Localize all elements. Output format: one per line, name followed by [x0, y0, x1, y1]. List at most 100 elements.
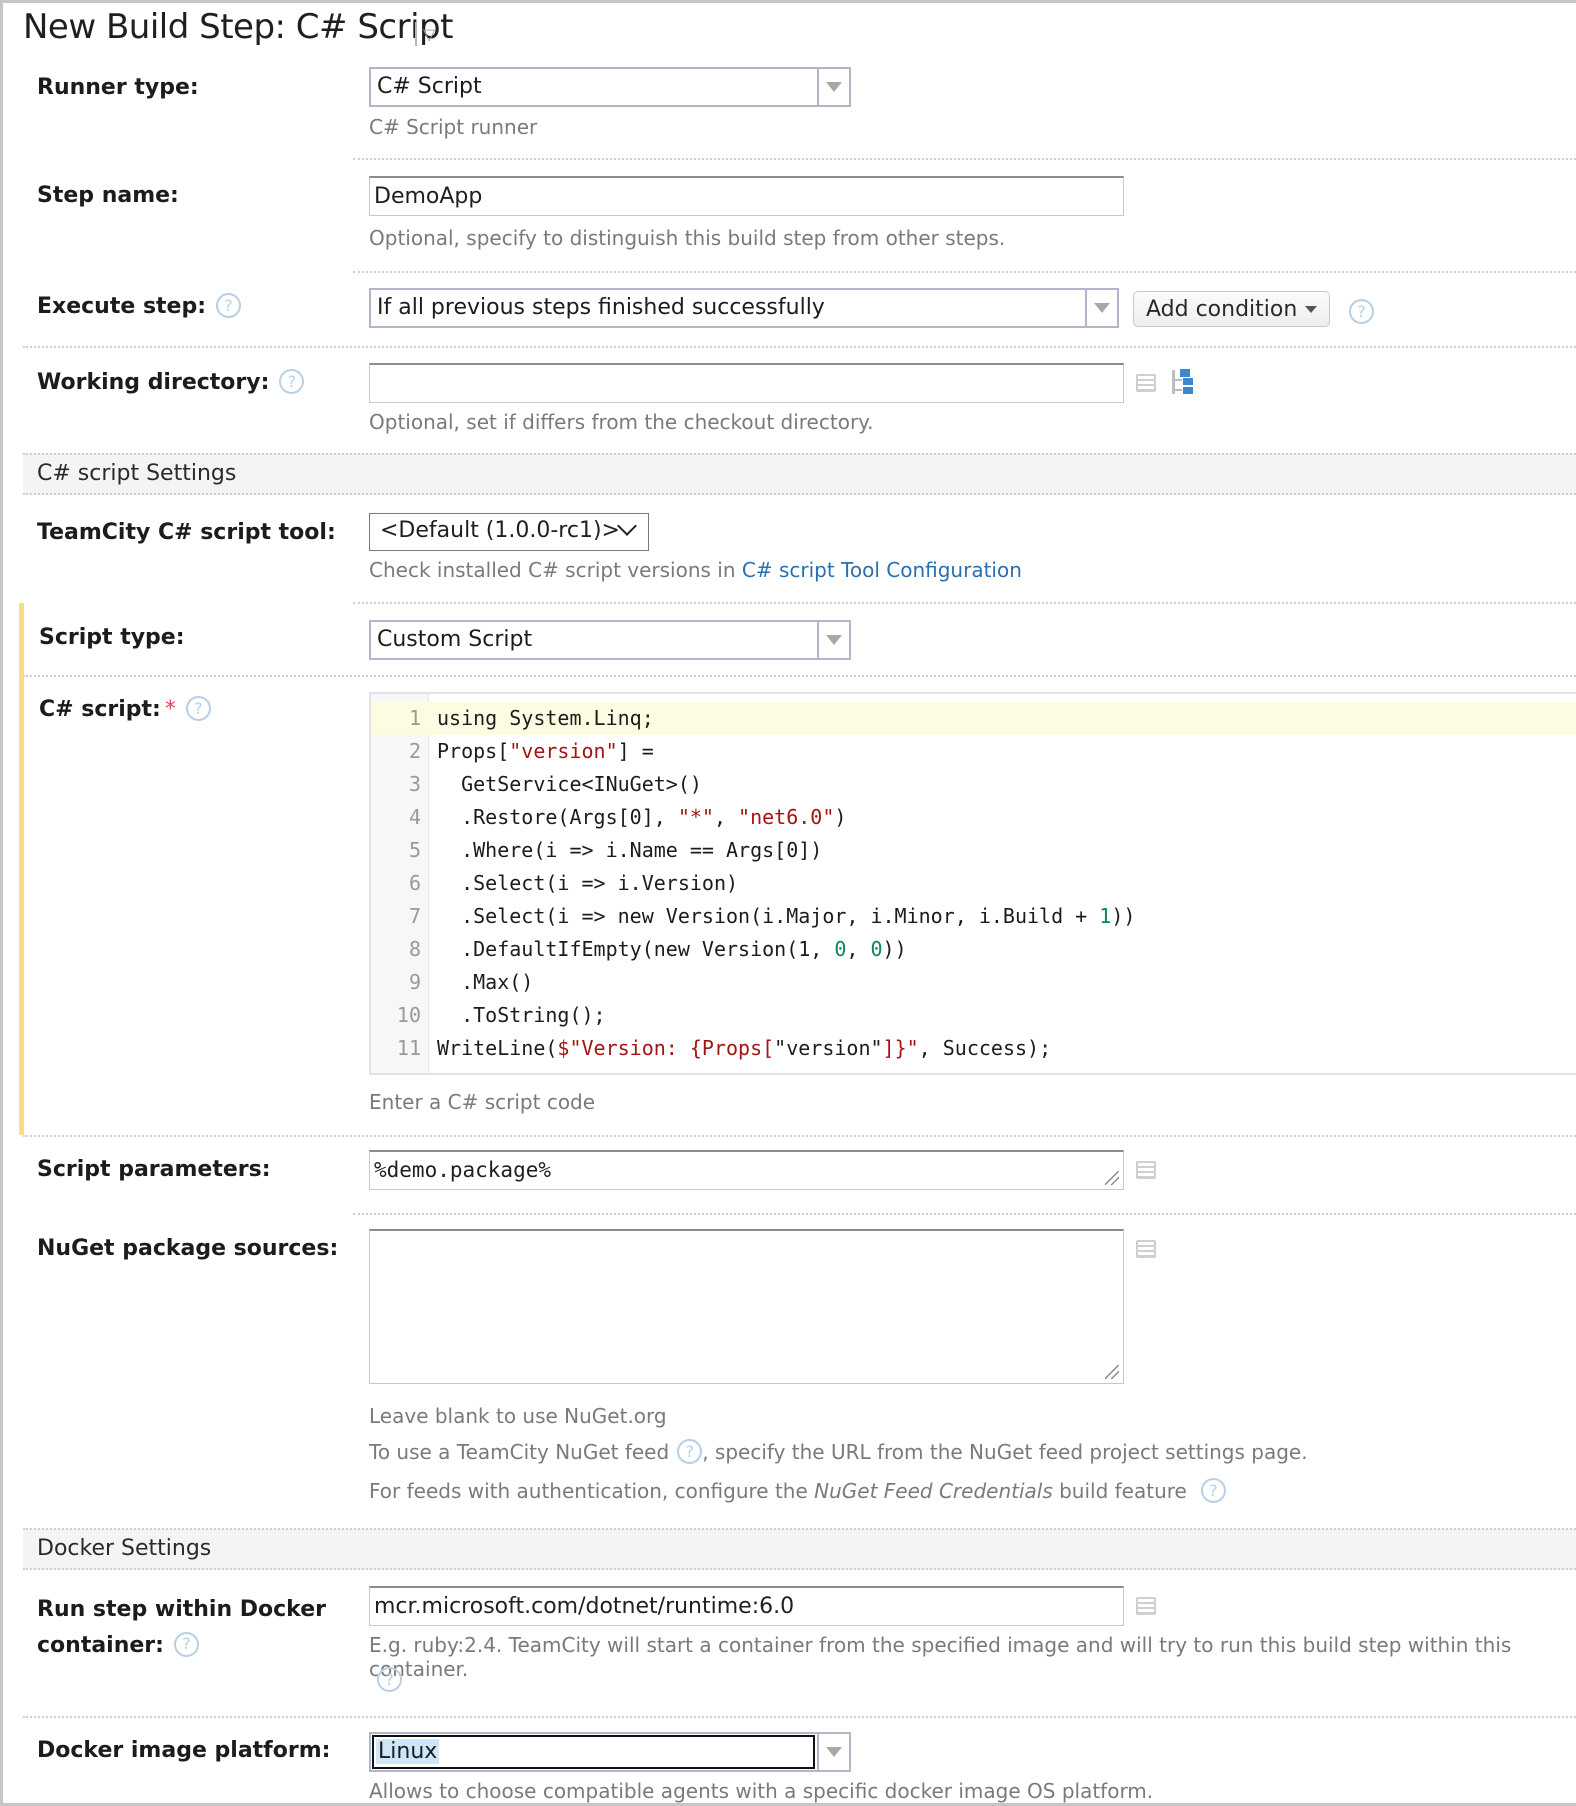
- code-line[interactable]: 10 .ToString();: [371, 999, 1576, 1032]
- docker-platform-select[interactable]: Linux: [369, 1732, 851, 1772]
- line-number: 9: [408, 970, 421, 994]
- line-number: 10: [396, 1003, 421, 1027]
- title-separator: [415, 22, 417, 46]
- code-line[interactable]: 9 .Max(): [371, 966, 1576, 999]
- working-directory-input[interactable]: [369, 363, 1124, 403]
- code-token: using System.Linq;: [437, 706, 654, 730]
- docker-settings-section-header: Docker Settings: [23, 1528, 1576, 1570]
- code-text: .Where(i => i.Name == Args[0]): [437, 834, 822, 867]
- nuget-hint-credentials-prefix: For feeds with authentication, configure…: [369, 1479, 815, 1503]
- help-icon[interactable]: ?: [279, 368, 305, 394]
- csharp-tool-select[interactable]: <Default (1.0.0-rc1)>: [369, 513, 649, 551]
- add-condition-button[interactable]: Add condition: [1133, 291, 1331, 327]
- nuget-sources-textarea[interactable]: [369, 1229, 1124, 1384]
- help-icon[interactable]: ?: [216, 292, 242, 318]
- code-line[interactable]: 8 .DefaultIfEmpty(new Version(1, 0, 0)): [371, 933, 1576, 966]
- help-icon[interactable]: ?: [185, 695, 211, 721]
- help-icon[interactable]: ?: [173, 1631, 199, 1657]
- code-line[interactable]: 11 WriteLine($"Version: {Props["version"]…: [371, 1032, 1576, 1065]
- line-number: 6: [408, 871, 421, 895]
- code-line[interactable]: 2 Props["version"] =: [371, 735, 1576, 768]
- execute-step-select[interactable]: If all previous steps finished successfu…: [369, 288, 1119, 328]
- runner-type-value: C# Script: [377, 74, 482, 99]
- parameters-icon[interactable]: [1136, 1161, 1156, 1179]
- code-token: .Select(i => i.Version): [437, 871, 739, 895]
- code-token: ] =: [617, 739, 654, 763]
- help-icon[interactable]: ?: [677, 1439, 703, 1464]
- code-token: Props[: [437, 739, 510, 763]
- parameters-icon[interactable]: [1136, 1597, 1156, 1615]
- code-text: using System.Linq;: [437, 702, 654, 735]
- step-name-input[interactable]: DemoApp: [369, 176, 1124, 216]
- code-token: .Restore(Args[0],: [437, 805, 678, 829]
- script-parameters-input[interactable]: %demo.package%: [369, 1150, 1124, 1190]
- step-name-label: Step name:: [37, 183, 179, 208]
- divider: [23, 1716, 1576, 1718]
- line-number: 8: [408, 937, 421, 961]
- runner-type-select[interactable]: C# Script: [369, 67, 851, 107]
- dropdown-arrow-icon: [817, 69, 849, 105]
- parameters-icon[interactable]: [1136, 374, 1156, 392]
- line-number: 7: [408, 904, 421, 928]
- divider: [23, 346, 1576, 348]
- chevron-down-icon: [617, 516, 637, 536]
- code-line[interactable]: 5 .Where(i => i.Name == Args[0]): [371, 834, 1576, 867]
- string-token: "version": [509, 739, 618, 763]
- code-token: ,: [713, 805, 739, 829]
- nuget-hint-blank: Leave blank to use NuGet.org: [369, 1404, 667, 1428]
- number-token: 0: [834, 937, 847, 961]
- code-editor[interactable]: 1 using System.Linq; 2 Props["version"] = 3 …: [369, 692, 1576, 1075]
- dropdown-arrow-icon: [817, 1734, 849, 1770]
- code-text: .DefaultIfEmpty(new Version(1, 0, 0)): [437, 933, 907, 966]
- csharp-tool-label: TeamCity C# script tool:: [37, 520, 336, 545]
- docker-container-label-line2-wrap: container:?: [37, 1628, 326, 1664]
- line-number: 2: [408, 739, 421, 763]
- code-token: .Select(i => new Version(i.Major, i.Mino…: [437, 904, 1100, 928]
- string-token: $"Version: {Props[: [557, 1036, 775, 1060]
- code-line[interactable]: 3 GetService<INuGet>(): [371, 768, 1576, 801]
- runner-type-hint: C# Script runner: [369, 115, 538, 139]
- nuget-hint-credentials: For feeds with authentication, configure…: [369, 1478, 1226, 1505]
- code-token: , Success);: [918, 1036, 1052, 1060]
- code-text: .Restore(Args[0], "*", "net6.0"): [437, 801, 846, 834]
- code-token: )): [1111, 904, 1136, 928]
- help-icon[interactable]: ?: [1349, 299, 1374, 324]
- docker-image-input[interactable]: mcr.microsoft.com/dotnet/runtime:6.0: [369, 1586, 1124, 1626]
- code-text: .ToString();: [437, 999, 606, 1032]
- working-directory-label: Working directory:?: [37, 368, 305, 396]
- code-token: WriteLine(: [437, 1036, 558, 1060]
- docker-platform-label: Docker image platform:: [37, 1738, 331, 1763]
- string-token: ]}": [882, 1036, 919, 1060]
- csharp-script-label-text: C# script:: [39, 697, 161, 722]
- code-line[interactable]: 7 .Select(i => new Version(i.Major, i.Mi…: [371, 900, 1576, 933]
- script-type-value: Custom Script: [377, 627, 533, 652]
- page-title: New Build Step: C# Script: [23, 7, 453, 47]
- help-icon[interactable]: ?: [377, 1667, 402, 1692]
- directory-tree-icon[interactable]: [1169, 368, 1195, 396]
- script-type-label: Script type:: [39, 625, 185, 650]
- code-line[interactable]: 4 .Restore(Args[0], "*", "net6.0"): [371, 801, 1576, 834]
- docker-container-label-line1: Run step within Docker: [37, 1597, 326, 1622]
- docker-container-hint: E.g. ruby:2.4. TeamCity will start a con…: [369, 1633, 1512, 1681]
- resize-handle[interactable]: [1105, 1171, 1119, 1185]
- tool-configuration-link[interactable]: C# script Tool Configuration: [742, 558, 1022, 582]
- code-token: .Where(i => i.Name == Args[0]): [437, 838, 823, 862]
- resize-handle[interactable]: [1105, 1365, 1119, 1379]
- code-token: .DefaultIfEmpty(new Version(1,: [437, 937, 835, 961]
- title-menu-toggle[interactable]: ▽: [415, 19, 449, 49]
- script-type-select[interactable]: Custom Script: [369, 620, 851, 660]
- execute-step-label-text: Execute step:: [37, 294, 207, 319]
- parameters-icon[interactable]: [1136, 1240, 1156, 1258]
- code-text: .Select(i => new Version(i.Major, i.Mino…: [437, 900, 1135, 933]
- docker-platform-hint: Allows to choose compatible agents with …: [369, 1779, 1154, 1803]
- code-token: .Max(): [437, 970, 534, 994]
- help-icon[interactable]: ?: [1200, 1478, 1226, 1503]
- working-directory-hint: Optional, set if differs from the checko…: [369, 410, 874, 434]
- code-line[interactable]: 6 .Select(i => i.Version): [371, 867, 1576, 900]
- csharp-tool-hint-text: Check installed C# script versions in: [369, 558, 742, 582]
- code-token: ): [834, 805, 847, 829]
- code-line[interactable]: 1 using System.Linq;: [371, 702, 1576, 735]
- nuget-hint-credentials-suffix: build feature: [1052, 1479, 1187, 1503]
- add-condition-label: Add condition: [1146, 296, 1298, 322]
- docker-container-label: Run step within Docker container:?: [37, 1592, 326, 1664]
